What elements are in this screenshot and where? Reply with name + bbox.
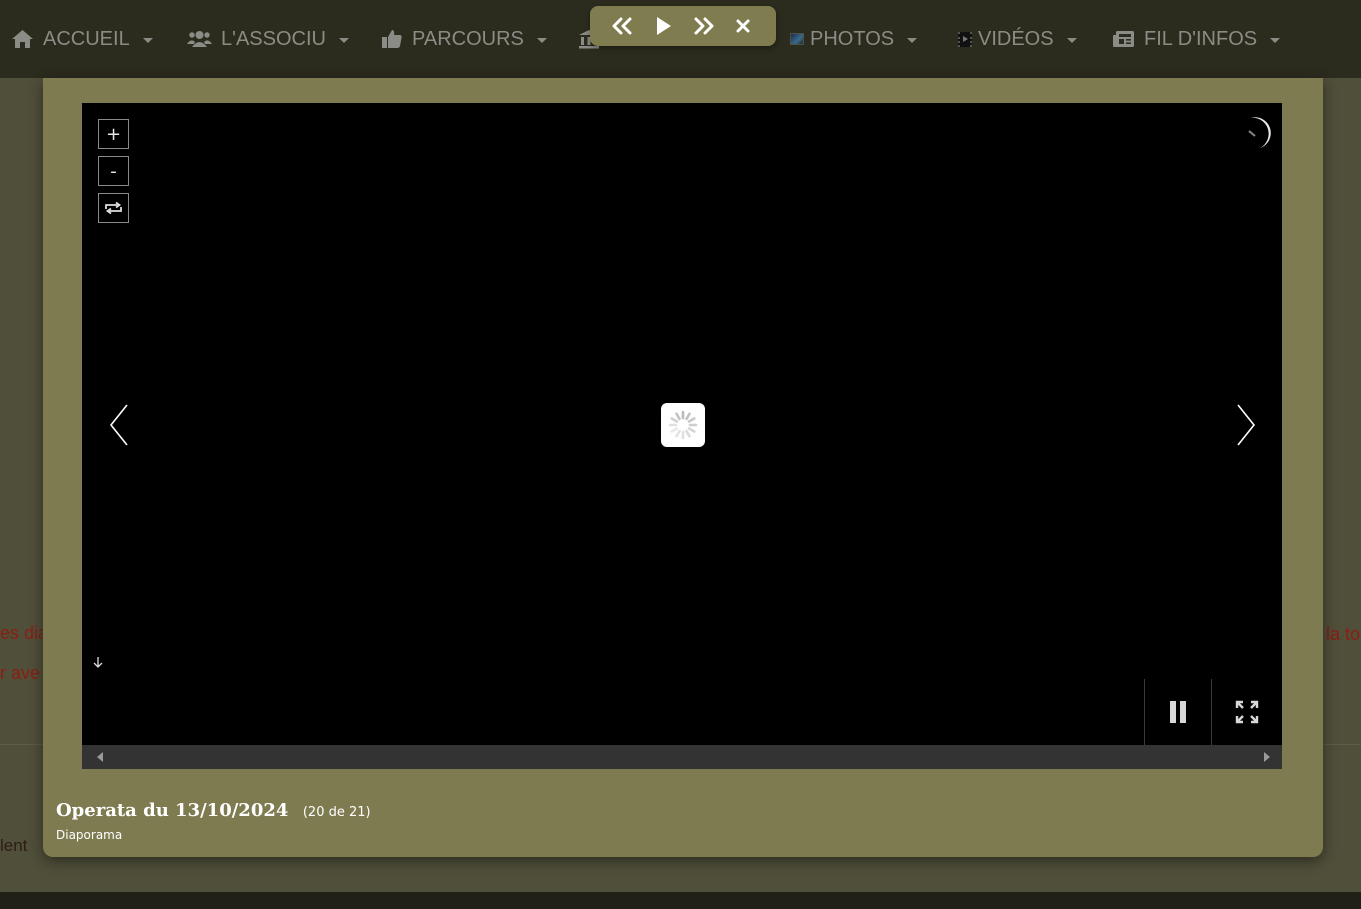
nav-item-fil-dinfos[interactable]: FIL D'INFOS — [1113, 0, 1281, 78]
next-button[interactable] — [690, 14, 718, 38]
newspaper-icon — [1113, 30, 1135, 48]
caret-down-icon — [1270, 37, 1281, 43]
nav-label: ACCUEIL — [43, 27, 130, 50]
close-button[interactable] — [729, 14, 757, 38]
close-icon — [736, 19, 750, 33]
loading-indicator-icon — [1244, 115, 1272, 151]
users-icon — [187, 29, 212, 49]
double-chevron-left-icon — [612, 17, 632, 35]
lightbox-modal: + - Operata du 13/10/2024 (20 de 21) Dia… — [43, 78, 1323, 857]
caption-subtitle: Diaporama — [56, 828, 123, 842]
rotate-icon — [105, 201, 122, 215]
caret-right-icon[interactable] — [1264, 752, 1270, 762]
caret-down-icon — [338, 37, 349, 43]
loading-spinner-icon — [661, 403, 705, 447]
fullscreen-button[interactable] — [1213, 679, 1281, 745]
caret-down-icon — [907, 37, 918, 43]
image-caption: Operata du 13/10/2024 (20 de 21) — [56, 800, 371, 821]
chevron-right-icon — [1237, 404, 1256, 446]
double-chevron-right-icon — [694, 17, 714, 35]
nav-item-accueil[interactable]: ACCUEIL — [11, 0, 153, 78]
chevron-left-icon — [109, 404, 128, 446]
previous-image-button[interactable] — [102, 403, 136, 447]
nav-item-photos[interactable]: PHOTOS — [790, 0, 918, 78]
slideshow-controls — [590, 6, 776, 46]
play-icon — [657, 17, 671, 35]
page-text-fragment: lent — [0, 836, 28, 855]
pause-button[interactable] — [1144, 679, 1212, 745]
arrow-down-icon — [93, 657, 103, 668]
caret-down-icon — [1066, 37, 1077, 43]
rotate-button[interactable] — [98, 193, 129, 223]
nav-label: VIDÉOS — [978, 27, 1054, 50]
page-footer — [0, 892, 1361, 909]
play-button[interactable] — [649, 14, 677, 38]
caption-title: Operata du 13/10/2024 — [56, 800, 289, 821]
image-counter: (20 de 21) — [302, 805, 371, 820]
nav-item-parcours[interactable]: PARCOURS — [381, 0, 547, 78]
thumbs-up-icon — [381, 29, 403, 49]
nav-label: PARCOURS — [412, 27, 524, 50]
image-viewer[interactable]: + - — [82, 103, 1282, 745]
caret-left-icon[interactable] — [97, 752, 103, 762]
next-image-button[interactable] — [1229, 403, 1263, 447]
nav-item-associu[interactable]: L'ASSOCIU — [187, 0, 349, 78]
thumbnail-strip[interactable] — [82, 745, 1282, 769]
zoom-in-button[interactable]: + — [98, 119, 129, 149]
caret-down-icon — [536, 37, 547, 43]
home-icon — [11, 29, 34, 49]
previous-button[interactable] — [608, 14, 636, 38]
nav-item-videos[interactable]: VIDÉOS — [958, 0, 1077, 78]
page-text-fragment: r ave — [0, 663, 41, 683]
fullscreen-icon — [1235, 700, 1259, 724]
film-icon — [958, 31, 972, 47]
caret-down-icon — [142, 37, 153, 43]
page-text-fragment: es dia — [0, 623, 49, 643]
page-text-fragment: la to — [1326, 624, 1361, 644]
nav-label: L'ASSOCIU — [221, 27, 326, 50]
photo-thumbnail-icon — [790, 33, 804, 45]
nav-label: PHOTOS — [810, 27, 895, 50]
nav-label: FIL D'INFOS — [1144, 27, 1258, 50]
pause-icon — [1170, 701, 1186, 723]
download-button[interactable] — [92, 655, 104, 669]
zoom-out-button[interactable]: - — [98, 156, 129, 186]
